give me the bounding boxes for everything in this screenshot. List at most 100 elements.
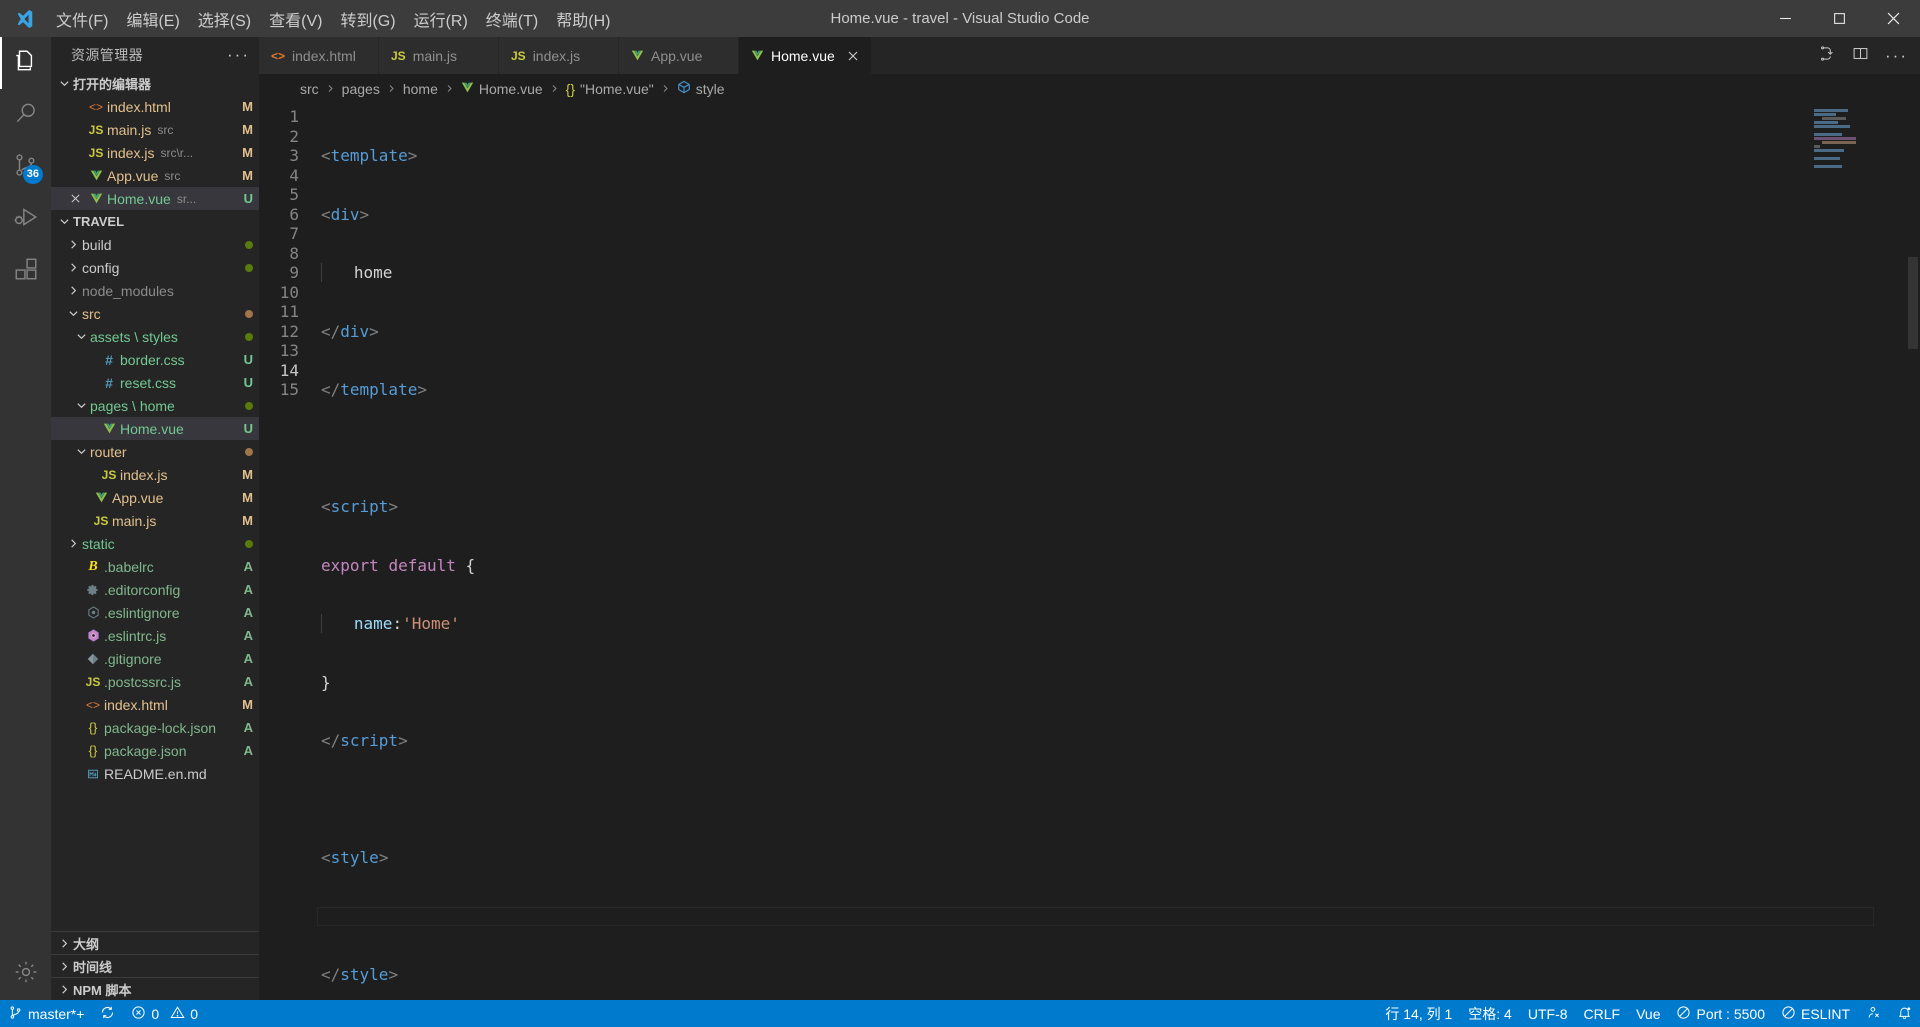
tree-row-reset.css[interactable]: # reset.css U [51, 371, 259, 394]
tree-row-build[interactable]: build [51, 233, 259, 256]
split-editor-down-icon[interactable] [1819, 45, 1836, 67]
activity-search[interactable] [0, 89, 51, 141]
section-open-editors[interactable]: 打开的编辑器 [51, 72, 259, 95]
tree-row-assets-styles[interactable]: assets \ styles [51, 325, 259, 348]
tree-row-pages-home[interactable]: pages \ home [51, 394, 259, 417]
html-icon: <> [88, 99, 103, 114]
activity-files-explorer[interactable] [0, 37, 51, 89]
scrollbar-thumb[interactable] [1908, 257, 1918, 349]
tree-row-index.js[interactable]: JS index.js M [51, 463, 259, 486]
open-editor-index-html[interactable]: <> index.html M [51, 95, 259, 118]
tree-row-app.vue[interactable]: App.vue M [51, 486, 259, 509]
code-content[interactable]: <template> <div> home </div> </template>… [317, 103, 1920, 1000]
menu-view[interactable]: 查看(V) [260, 0, 331, 37]
menu-go[interactable]: 转到(G) [331, 0, 404, 37]
tree-row-readme.en.md[interactable]: README.en.md [51, 762, 259, 785]
editor-tab-main-js[interactable]: JS main.js [379, 37, 499, 74]
status-branch[interactable]: master*+ [0, 1005, 92, 1023]
tree-row-src[interactable]: src [51, 302, 259, 325]
status-problems[interactable]: 0 0 [123, 1005, 206, 1023]
breadcrumb-item-home[interactable]: home [403, 81, 438, 97]
open-editor-index-js[interactable]: JS index.js src\r... M [51, 141, 259, 164]
status-indentation[interactable]: 空格: 4 [1460, 1004, 1520, 1024]
editor-tab-index-html[interactable]: <> index.html [259, 37, 379, 74]
menu-edit[interactable]: 编辑(E) [117, 0, 188, 37]
chevron-down-icon [73, 400, 90, 411]
status-live-server[interactable]: Port : 5500 [1668, 1005, 1773, 1023]
markdown-icon [82, 768, 104, 780]
editor-tab-app-vue[interactable]: App.vue [619, 37, 739, 74]
breadcrumb[interactable]: src pages home Home.vue {} "Home.vue" style [259, 74, 1920, 103]
breadcrumb-item-style[interactable]: style [677, 80, 725, 97]
tree-row-.gitignore[interactable]: .gitignore A [51, 647, 259, 670]
open-editor-main-js[interactable]: JS main.js src M [51, 118, 259, 141]
activity-manage-settings[interactable] [0, 948, 51, 1000]
breadcrumb-item-label: style [695, 80, 725, 97]
panel-npm-scripts[interactable]: NPM 脚本 [51, 977, 259, 1000]
breadcrumb-item-pages[interactable]: pages [342, 81, 380, 97]
tree-row-.eslintignore[interactable]: .eslintignore A [51, 601, 259, 624]
tree-row-package.json[interactable]: {} package.json A [51, 739, 259, 762]
close-icon[interactable] [1866, 0, 1920, 37]
vue-icon [631, 49, 644, 62]
close-icon[interactable] [65, 193, 85, 204]
status-sync[interactable] [92, 1005, 123, 1023]
editor-tab-index-js[interactable]: JS index.js [499, 37, 619, 74]
open-editor-app-vue[interactable]: App.vue src M [51, 164, 259, 187]
title-bar: 文件(F) 编辑(E) 选择(S) 查看(V) 转到(G) 运行(R) 终端(T… [0, 0, 1920, 37]
tree-row-index.html[interactable]: <> index.html M [51, 693, 259, 716]
editor-tab-home-vue[interactable]: Home.vue [739, 37, 872, 74]
status-notifications[interactable] [1889, 1005, 1920, 1023]
tree-row-border.css[interactable]: # border.css U [51, 348, 259, 371]
tree-row-home.vue[interactable]: Home.vue U [51, 417, 259, 440]
menu-bar[interactable]: 文件(F) 编辑(E) 选择(S) 查看(V) 转到(G) 运行(R) 终端(T… [47, 0, 619, 37]
status-encoding[interactable]: UTF-8 [1520, 1006, 1576, 1022]
split-editor-right-icon[interactable] [1852, 45, 1869, 67]
tree-row-.eslintrc.js[interactable]: .eslintrc.js A [51, 624, 259, 647]
tree-row-package-lock.json[interactable]: {} package-lock.json A [51, 716, 259, 739]
tree-row-main.js[interactable]: JS main.js M [51, 509, 259, 532]
panel-outline[interactable]: 大纲 [51, 931, 259, 954]
code-line: name:'Home' [321, 614, 1920, 634]
minimap[interactable] [1814, 103, 1906, 1000]
breadcrumb-item-home.vue[interactable]: Home.vue [461, 81, 543, 97]
status-language-mode[interactable]: Vue [1628, 1006, 1668, 1022]
menu-terminal[interactable]: 终端(T) [477, 0, 547, 37]
tree-row-static[interactable]: static [51, 532, 259, 555]
activity-extensions[interactable] [0, 245, 51, 297]
section-project-travel[interactable]: TRAVEL [51, 210, 259, 233]
tree-row-config[interactable]: config [51, 256, 259, 279]
status-eslint[interactable]: ESLINT [1773, 1005, 1858, 1023]
code-editor[interactable]: 1 2 3 4 5 6 7 8 9 10 11 12 13 14 15 <template> <div> h… [259, 103, 1920, 1000]
sidebar-collapsed-panels: 大纲 时间线 NPM 脚本 [51, 931, 259, 1000]
sidebar-more-actions-icon[interactable]: ··· [227, 45, 250, 65]
menu-run[interactable]: 运行(R) [405, 0, 477, 37]
menu-selection[interactable]: 选择(S) [189, 0, 260, 37]
status-eol[interactable]: CRLF [1576, 1006, 1629, 1022]
tree-row-node-modules[interactable]: node_modules [51, 279, 259, 302]
open-editor-home-vue[interactable]: Home.vue sr... U [51, 187, 259, 210]
activity-run-and-debug[interactable] [0, 193, 51, 245]
maximize-icon[interactable] [1812, 0, 1866, 37]
tree-row-.babelrc[interactable]: B .babelrc A [51, 555, 259, 578]
git-icon [82, 653, 104, 665]
activity-source-control[interactable]: 36 [0, 141, 51, 193]
chevron-down-icon [56, 216, 73, 227]
tree-row-router[interactable]: router [51, 440, 259, 463]
tree-row-label: package.json [104, 742, 187, 759]
tree-row-.postcssrc.js[interactable]: JS .postcssrc.js A [51, 670, 259, 693]
panel-timeline[interactable]: 时间线 [51, 954, 259, 977]
status-line-col[interactable]: 行 14, 列 1 [1377, 1004, 1460, 1024]
breadcrumb-item--home.vue-[interactable]: {} "Home.vue" [566, 81, 654, 97]
js-icon: JS [85, 674, 101, 689]
menu-file[interactable]: 文件(F) [47, 0, 117, 37]
breadcrumb-item-src[interactable]: src [300, 81, 319, 97]
tree-row-.editorconfig[interactable]: .editorconfig A [51, 578, 259, 601]
menu-help[interactable]: 帮助(H) [547, 0, 619, 37]
minimize-icon[interactable] [1758, 0, 1812, 37]
close-icon[interactable] [847, 50, 859, 62]
editor-scrollbar[interactable] [1906, 103, 1920, 1000]
line-number: 7 [289, 224, 299, 243]
status-feedback[interactable] [1858, 1005, 1889, 1023]
more-actions-icon[interactable]: ··· [1885, 46, 1908, 66]
